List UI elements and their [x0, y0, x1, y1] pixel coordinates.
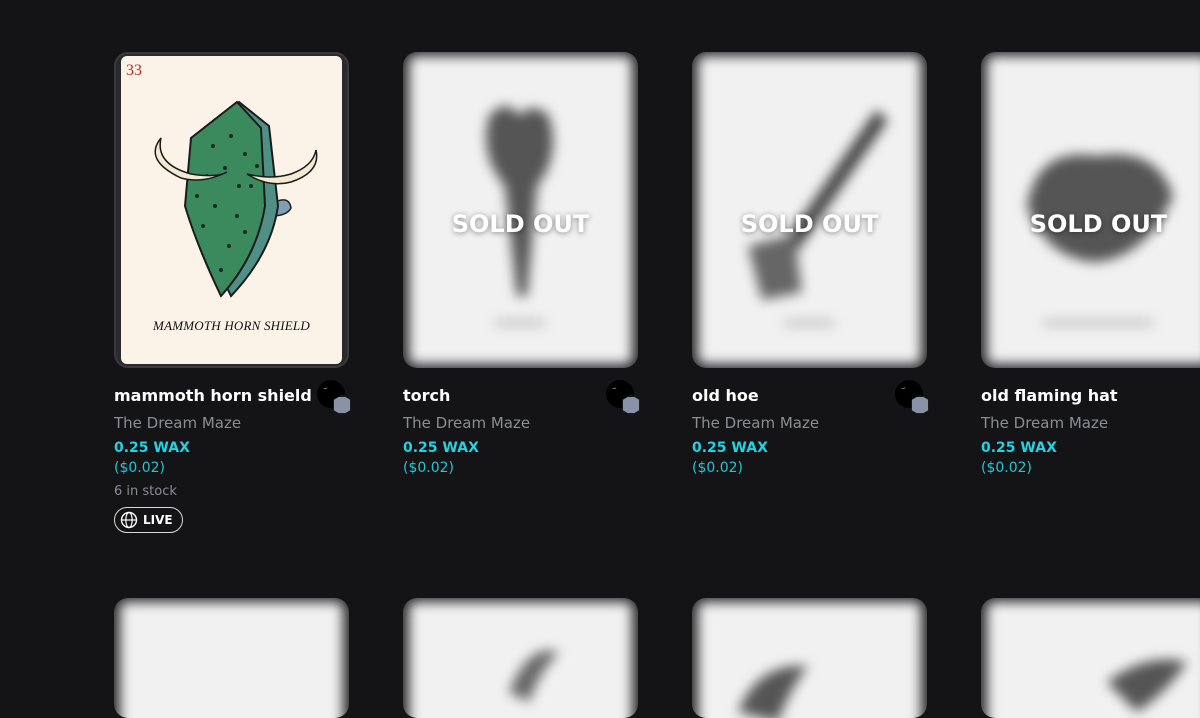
collection-name[interactable]: The Dream Maze: [403, 414, 638, 434]
verified-badge-icon: [622, 395, 640, 415]
product-title[interactable]: old flaming hat: [981, 386, 1200, 406]
collection-avatar[interactable]: ~: [606, 380, 640, 415]
product-image[interactable]: SOLD OUT: [692, 52, 927, 368]
collection-avatar[interactable]: ~: [895, 380, 929, 415]
sold-out-label: SOLD OUT: [1029, 210, 1168, 238]
card-caption: MAMMOTH HORN SHIELD: [153, 318, 310, 333]
product-title[interactable]: old hoe: [692, 386, 927, 406]
collection-avatar[interactable]: ~: [317, 380, 351, 415]
card-meta: torch ~ The Dream Maze 0.25 WAX ($0.02): [403, 380, 640, 476]
product-card[interactable]: SOLD OUT old hoe ~ The Dream Maze 0.25 W…: [692, 52, 929, 534]
illustration: [1107, 659, 1187, 712]
price-wax: 0.25 WAX: [981, 440, 1057, 456]
verified-badge-icon: [333, 395, 351, 415]
price-usd: ($0.02): [981, 460, 1033, 476]
card-meta: mammoth horn shield ~ The Dream Maze 0.2…: [114, 380, 351, 534]
product-title[interactable]: mammoth horn shield: [114, 386, 349, 406]
price-wax: 0.25 WAX: [114, 440, 190, 456]
collection-name[interactable]: The Dream Maze: [981, 414, 1200, 434]
product-image[interactable]: [403, 598, 638, 718]
product-image[interactable]: 33 MAMMOTH HORN SHIELD: [114, 52, 349, 368]
illustration: [509, 650, 559, 702]
sold-out-label: SOLD OUT: [740, 210, 879, 238]
card-art: 33 MAMMOTH HORN SHIELD: [121, 56, 342, 364]
card-art: [698, 602, 921, 718]
live-label: LIVE: [143, 513, 173, 527]
price-usd: ($0.02): [114, 460, 166, 476]
product-card[interactable]: SOLD OUT old flaming hat ~ The Dream Maz…: [981, 52, 1200, 534]
avatar-logo: ~: [322, 384, 329, 393]
sold-out-label: SOLD OUT: [451, 210, 590, 238]
product-card[interactable]: 33 MAMMOTH HORN SHIELD mammoth horn shie…: [114, 52, 351, 534]
product-title[interactable]: torch: [403, 386, 638, 406]
card-art: [987, 602, 1200, 718]
product-image[interactable]: SOLD OUT: [981, 52, 1200, 368]
product-image[interactable]: [692, 598, 927, 718]
product-image[interactable]: SOLD OUT: [403, 52, 638, 368]
card-art: [409, 602, 632, 718]
card-art: [120, 602, 343, 718]
illustration: [738, 665, 808, 718]
globe-icon: [120, 511, 138, 529]
price-wax: 0.25 WAX: [403, 440, 479, 456]
card-meta: old hoe ~ The Dream Maze 0.25 WAX ($0.02…: [692, 380, 929, 476]
avatar-logo: ~: [900, 384, 907, 393]
product-image[interactable]: [981, 598, 1200, 718]
verified-badge-icon: [911, 395, 929, 415]
stock-count: 6 in stock: [114, 484, 177, 499]
product-card[interactable]: SOLD OUT torch ~ The Dream Maze 0.25 WAX…: [403, 52, 640, 534]
live-badge: LIVE: [114, 507, 183, 533]
price-usd: ($0.02): [403, 460, 455, 476]
product-grid: 33 MAMMOTH HORN SHIELD mammoth horn shie…: [114, 52, 1200, 534]
card-meta: old flaming hat ~ The Dream Maze 0.25 WA…: [981, 386, 1200, 476]
collection-name[interactable]: The Dream Maze: [692, 414, 927, 434]
collection-name[interactable]: The Dream Maze: [114, 414, 349, 434]
product-grid-row-2: [114, 598, 1200, 718]
product-image[interactable]: [114, 598, 349, 718]
avatar-logo: ~: [611, 384, 618, 393]
price-usd: ($0.02): [692, 460, 744, 476]
price-wax: 0.25 WAX: [692, 440, 768, 456]
